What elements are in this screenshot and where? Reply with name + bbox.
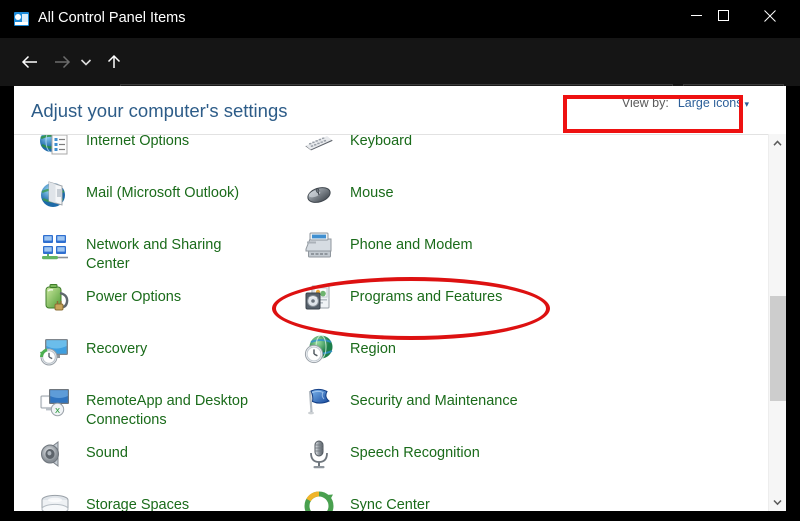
- title-bar: All Control Panel Items: [0, 0, 800, 38]
- chevron-down-icon: [773, 499, 782, 506]
- control-panel-item-recovery[interactable]: Recovery: [38, 333, 147, 367]
- navigation-bar: › Control Panel › All Control Panel Item…: [0, 38, 800, 86]
- control-panel-item-label: Recovery: [86, 333, 147, 359]
- phone-and-modem-icon: [302, 229, 336, 263]
- chevron-down-icon: [80, 58, 92, 67]
- control-panel-item-power-options[interactable]: Power Options: [38, 281, 181, 315]
- view-by-value[interactable]: Large icons▾: [678, 96, 749, 110]
- control-panel-item-label: RemoteApp and Desktop Connections: [86, 385, 248, 430]
- back-button[interactable]: [16, 48, 44, 76]
- view-by-label: View by:: [622, 96, 669, 110]
- control-panel-item-sync-center[interactable]: Sync Center: [302, 489, 430, 511]
- security-maintenance-icon: [302, 385, 336, 419]
- view-by-control[interactable]: View by: Large icons▾: [622, 96, 749, 110]
- control-panel-item-label: Speech Recognition: [350, 437, 480, 463]
- scroll-down-button[interactable]: [769, 493, 786, 511]
- control-panel-item-label: Mouse: [350, 177, 394, 203]
- forward-button[interactable]: [48, 48, 76, 76]
- control-panel-item-remoteapp-and-desktop-connections[interactable]: x RemoteApp and Desktop Connections: [38, 385, 248, 430]
- control-panel-item-label: Internet Options: [86, 134, 189, 151]
- recent-locations-button[interactable]: [76, 48, 96, 76]
- speech-recognition-icon: [302, 437, 336, 471]
- chevron-up-icon: [773, 140, 782, 147]
- control-panel-item-label: Sync Center: [350, 489, 430, 511]
- control-panel-item-network-and-sharing-center[interactable]: Network and Sharing Center: [38, 229, 221, 274]
- maximize-icon: [718, 10, 729, 21]
- chevron-down-icon: ▾: [744, 99, 749, 110]
- control-panel-item-label: Region: [350, 333, 396, 359]
- control-panel-item-region[interactable]: Region: [302, 333, 396, 367]
- page-title: Adjust your computer's settings: [31, 100, 287, 122]
- mail-icon: [38, 177, 72, 211]
- control-panel-item-label: Storage Spaces: [86, 489, 189, 511]
- arrow-left-icon: [20, 54, 40, 70]
- arrow-up-icon: [106, 53, 122, 71]
- region-icon: [302, 333, 336, 367]
- vertical-scrollbar[interactable]: [768, 134, 786, 511]
- internet-options-icon: [38, 134, 72, 159]
- control-panel-item-label: Network and Sharing Center: [86, 229, 221, 274]
- close-button[interactable]: [747, 0, 793, 31]
- control-panel-item-sound[interactable]: Sound: [38, 437, 128, 471]
- sync-center-icon: [302, 489, 336, 511]
- content-pane: Adjust your computer's settings View by:…: [14, 86, 786, 511]
- control-panel-item-storage-spaces[interactable]: Storage Spaces: [38, 489, 189, 511]
- control-panel-item-label: Security and Maintenance: [350, 385, 518, 411]
- control-panel-item-label: Power Options: [86, 281, 181, 307]
- control-panel-item-speech-recognition[interactable]: Speech Recognition: [302, 437, 480, 471]
- control-panel-item-label: Mail (Microsoft Outlook): [86, 177, 239, 203]
- network-sharing-center-icon: [38, 229, 72, 263]
- sound-icon: [38, 437, 72, 471]
- control-panel-item-label: Keyboard: [350, 134, 412, 151]
- up-button[interactable]: [100, 48, 128, 76]
- programs-and-features-icon: [302, 281, 336, 315]
- arrow-right-icon: [52, 54, 72, 70]
- control-panel-item-mail-microsoft-outlook[interactable]: Mail (Microsoft Outlook): [38, 177, 239, 211]
- control-panel-item-phone-and-modem[interactable]: Phone and Modem: [302, 229, 473, 263]
- control-panel-icon: [14, 12, 29, 26]
- recovery-icon: [38, 333, 72, 367]
- control-panel-item-security-and-maintenance[interactable]: Security and Maintenance: [302, 385, 518, 419]
- maximize-button[interactable]: [700, 0, 746, 31]
- storage-spaces-icon: [38, 489, 72, 511]
- remoteapp-desktop-icon: x: [38, 385, 72, 419]
- control-panel-item-label: Programs and Features: [350, 281, 502, 307]
- control-panel-item-mouse[interactable]: Mouse: [302, 177, 394, 211]
- control-panel-item-programs-and-features[interactable]: Programs and Features: [302, 281, 502, 315]
- view-by-value-text: Large icons: [678, 96, 743, 110]
- scroll-up-button[interactable]: [769, 134, 786, 152]
- control-panel-item-label: Phone and Modem: [350, 229, 473, 255]
- svg-text:x: x: [55, 406, 61, 416]
- control-panel-items-list: Internet Options Keyboard Mail (Microsof…: [14, 134, 768, 511]
- window-title: All Control Panel Items: [38, 10, 185, 26]
- control-panel-item-label: Sound: [86, 437, 128, 463]
- power-options-icon: [38, 281, 72, 315]
- scroll-thumb[interactable]: [770, 296, 786, 401]
- control-panel-window: All Control Panel Items: [0, 0, 800, 521]
- mouse-icon: [302, 177, 336, 211]
- control-panel-item-internet-options[interactable]: Internet Options: [38, 134, 189, 159]
- content-header: Adjust your computer's settings View by:…: [14, 86, 786, 134]
- close-icon: [764, 10, 776, 22]
- keyboard-icon: [302, 134, 336, 159]
- control-panel-item-keyboard[interactable]: Keyboard: [302, 134, 412, 159]
